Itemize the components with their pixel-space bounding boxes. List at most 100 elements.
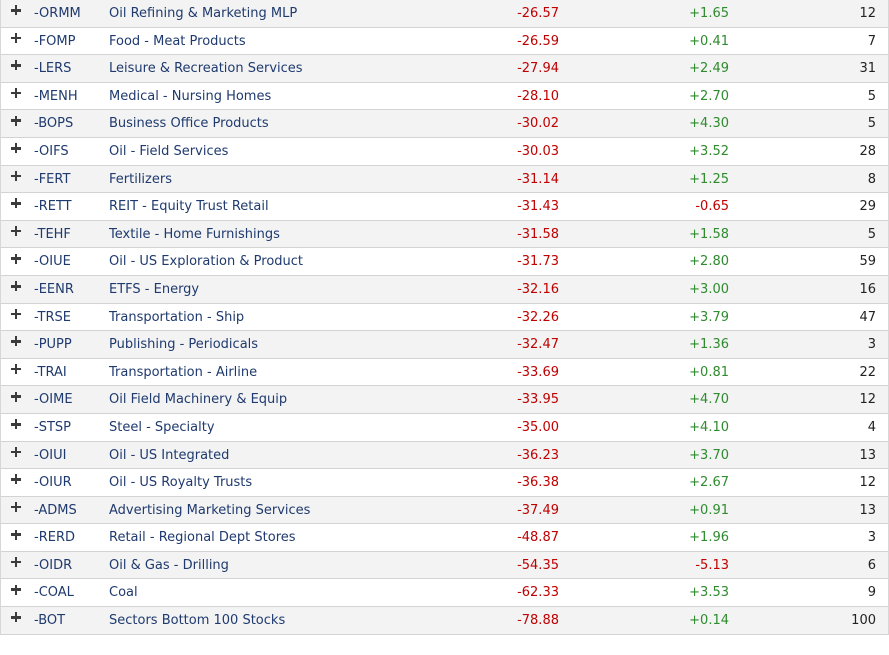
symbol-cell[interactable]: -OIFS <box>34 138 69 165</box>
name-cell[interactable]: Textile - Home Furnishings <box>109 221 280 248</box>
table-row[interactable]: -OIUE Oil - US Exploration & Product -31.7… <box>1 248 888 276</box>
table-row[interactable]: -BOPS Business Office Products -30.02 +4.30… <box>1 110 888 138</box>
change-cell: -37.49 <box>517 502 559 518</box>
plus-icon[interactable] <box>10 359 24 386</box>
plus-icon[interactable] <box>10 552 24 579</box>
table-row[interactable]: -TRSE Transportation - Ship -32.26 +3.79 47 <box>1 303 888 332</box>
name-cell[interactable]: Transportation - Ship <box>109 304 244 331</box>
plus-icon[interactable] <box>10 276 24 303</box>
table-row[interactable]: -OIUR Oil - US Royalty Trusts -36.38 +2.67 1… <box>1 469 888 497</box>
change-cell: -32.47 <box>517 337 559 353</box>
symbol-cell[interactable]: -FERT <box>34 166 70 193</box>
table-row[interactable]: -BOT Sectors Bottom 100 Stocks -78.88 +0.14… <box>1 607 888 635</box>
name-cell[interactable]: Leisure & Recreation Services <box>109 55 303 82</box>
symbol-cell[interactable]: -MENH <box>34 83 78 110</box>
plus-icon[interactable] <box>10 331 24 358</box>
plus-icon[interactable] <box>10 28 24 55</box>
plus-icon[interactable] <box>10 221 24 248</box>
name-cell[interactable]: Oil - Field Services <box>109 138 228 165</box>
plus-icon[interactable] <box>10 386 24 413</box>
symbol-cell[interactable]: -STSP <box>34 414 71 441</box>
name-cell[interactable]: ETFS - Energy <box>109 276 199 303</box>
count-cell: 9 <box>867 585 876 601</box>
symbol-cell[interactable]: -OIME <box>34 386 73 413</box>
symbol-cell[interactable]: -TRSE <box>34 304 71 331</box>
symbol-cell[interactable]: -TEHF <box>34 221 71 248</box>
symbol-cell[interactable]: -ADMS <box>34 497 77 524</box>
name-cell[interactable]: Steel - Specialty <box>109 414 215 441</box>
plus-icon[interactable] <box>10 138 24 165</box>
table-row[interactable]: -OIDR Oil & Gas - Drilling -54.35 -5.13 6 <box>1 551 888 580</box>
name-cell[interactable]: Oil Refining & Marketing MLP <box>109 0 297 27</box>
symbol-cell[interactable]: -OIUI <box>34 442 66 469</box>
symbol-cell[interactable]: -TRAI <box>34 359 67 386</box>
plus-icon[interactable] <box>10 166 24 193</box>
table-row[interactable]: -ORMM Oil Refining & Marketing MLP -26.57 +… <box>1 0 888 28</box>
symbol-cell[interactable]: -RETT <box>34 193 72 220</box>
name-cell[interactable]: Sectors Bottom 100 Stocks <box>109 607 285 634</box>
plus-icon[interactable] <box>10 0 24 27</box>
plus-icon[interactable] <box>10 304 24 331</box>
name-cell[interactable]: Oil - US Integrated <box>109 442 229 469</box>
symbol-cell[interactable]: -EENR <box>34 276 74 303</box>
table-row[interactable]: -TEHF Textile - Home Furnishings -31.58 +1.… <box>1 220 888 249</box>
name-cell[interactable]: Oil - US Exploration & Product <box>109 248 303 275</box>
symbol-cell[interactable]: -COAL <box>34 579 74 606</box>
plus-icon[interactable] <box>10 524 24 551</box>
change-cell: -31.14 <box>517 171 559 187</box>
name-cell[interactable]: Business Office Products <box>109 110 269 137</box>
table-row[interactable]: -PUPP Publishing - Periodicals -32.47 +1.36… <box>1 331 888 359</box>
symbol-cell[interactable]: -BOT <box>34 607 65 634</box>
symbol-cell[interactable]: -PUPP <box>34 331 72 358</box>
plus-icon[interactable] <box>10 469 24 496</box>
change-cell: -36.23 <box>517 447 559 463</box>
daily-change-cell: +3.00 <box>689 281 729 297</box>
plus-icon[interactable] <box>10 110 24 137</box>
name-cell[interactable]: Oil - US Royalty Trusts <box>109 469 252 496</box>
name-cell[interactable]: Oil Field Machinery & Equip <box>109 386 287 413</box>
plus-icon[interactable] <box>10 579 24 606</box>
table-row[interactable]: -ADMS Advertising Marketing Services -37.4… <box>1 496 888 525</box>
table-row[interactable]: -FERT Fertilizers -31.14 +1.25 8 <box>1 165 888 194</box>
plus-icon[interactable] <box>10 414 24 441</box>
table-row[interactable]: -OIME Oil Field Machinery & Equip -33.95 +4… <box>1 386 888 414</box>
table-row[interactable]: -OIFS Oil - Field Services -30.03 +3.52 28 <box>1 137 888 166</box>
table-row[interactable]: -LERS Leisure & Recreation Services -27.94… <box>1 55 888 83</box>
plus-icon[interactable] <box>10 497 24 524</box>
name-cell[interactable]: Food - Meat Products <box>109 28 246 55</box>
count-cell: 7 <box>867 33 876 49</box>
table-row[interactable]: -MENH Medical - Nursing Homes -28.10 +2.70 5 <box>1 82 888 111</box>
name-cell[interactable]: Advertising Marketing Services <box>109 497 310 524</box>
plus-icon[interactable] <box>10 607 24 634</box>
symbol-cell[interactable]: -OIUR <box>34 469 72 496</box>
name-cell[interactable]: Transportation - Airline <box>109 359 257 386</box>
daily-change-cell: +3.52 <box>689 143 729 159</box>
symbol-cell[interactable]: -ORMM <box>34 0 81 27</box>
symbol-cell[interactable]: -OIDR <box>34 552 72 579</box>
name-cell[interactable]: REIT - Equity Trust Retail <box>109 193 269 220</box>
plus-icon[interactable] <box>10 442 24 469</box>
table-row[interactable]: -COAL Coal -62.33 +3.53 9 <box>1 579 888 608</box>
table-row[interactable]: -OIUI Oil - US Integrated -36.23 +3.70 13 <box>1 441 888 470</box>
name-cell[interactable]: Oil & Gas - Drilling <box>109 552 229 579</box>
table-row[interactable]: -TRAI Transportation - Airline -33.69 +0.81… <box>1 358 888 387</box>
name-cell[interactable]: Medical - Nursing Homes <box>109 83 271 110</box>
table-row[interactable]: -RERD Retail - Regional Dept Stores -48.87… <box>1 524 888 552</box>
table-row[interactable]: -RETT REIT - Equity Trust Retail -31.43 -0.… <box>1 193 888 221</box>
table-row[interactable]: -STSP Steel - Specialty -35.00 +4.10 4 <box>1 413 888 442</box>
symbol-cell[interactable]: -OIUE <box>34 248 71 275</box>
name-cell[interactable]: Retail - Regional Dept Stores <box>109 524 296 551</box>
table-row[interactable]: -EENR ETFS - Energy -32.16 +3.00 16 <box>1 275 888 304</box>
plus-icon[interactable] <box>10 83 24 110</box>
name-cell[interactable]: Fertilizers <box>109 166 172 193</box>
table-row[interactable]: -FOMP Food - Meat Products -26.59 +0.41 7 <box>1 27 888 56</box>
symbol-cell[interactable]: -BOPS <box>34 110 73 137</box>
symbol-cell[interactable]: -LERS <box>34 55 71 82</box>
plus-icon[interactable] <box>10 193 24 220</box>
name-cell[interactable]: Publishing - Periodicals <box>109 331 258 358</box>
plus-icon[interactable] <box>10 55 24 82</box>
symbol-cell[interactable]: -RERD <box>34 524 75 551</box>
symbol-cell[interactable]: -FOMP <box>34 28 75 55</box>
name-cell[interactable]: Coal <box>109 579 138 606</box>
plus-icon[interactable] <box>10 248 24 275</box>
